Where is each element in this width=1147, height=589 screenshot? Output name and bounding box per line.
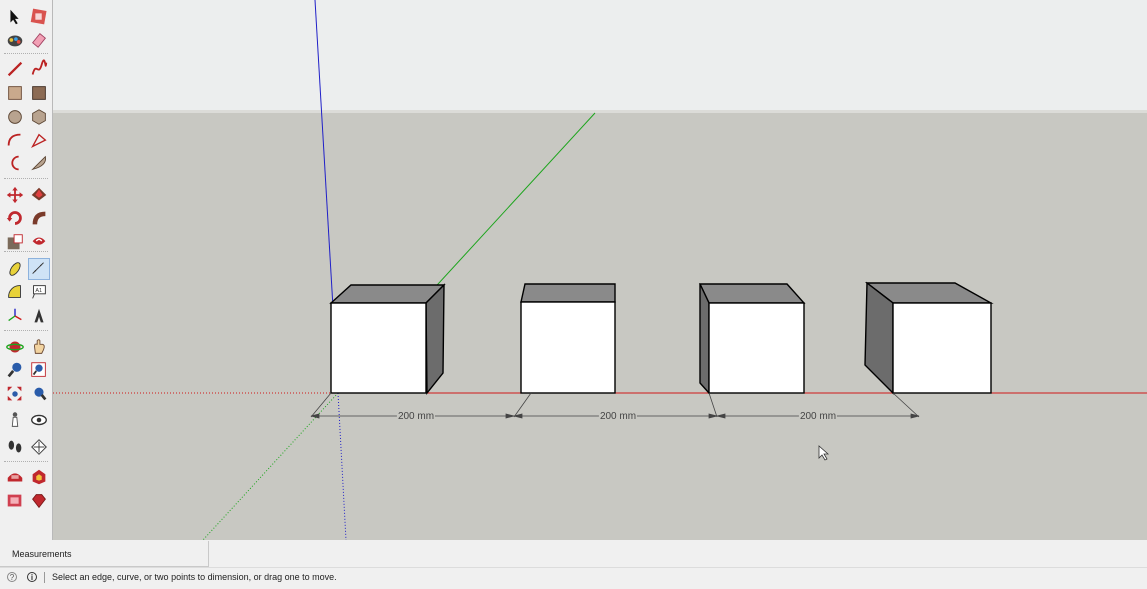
dimension-labels: 200 mm 200 mm 200 mm: [53, 0, 1147, 540]
svg-text:A1: A1: [35, 288, 42, 294]
warehouse-icon[interactable]: [4, 466, 26, 488]
circle-icon[interactable]: [4, 106, 26, 128]
dimension-icon[interactable]: [28, 258, 50, 280]
tape-measure-icon[interactable]: [4, 258, 26, 280]
ruby-icon[interactable]: [28, 490, 50, 512]
look-around-icon[interactable]: [28, 409, 50, 431]
credits-icon[interactable]: i: [27, 572, 37, 582]
select-icon[interactable]: [4, 6, 26, 28]
zoom-window-icon[interactable]: [28, 359, 50, 381]
zoom-extents-icon[interactable]: [4, 383, 26, 405]
rotate-icon[interactable]: [4, 207, 26, 229]
eraser-icon[interactable]: [28, 29, 50, 51]
tools-toolbar: A1: [0, 0, 53, 540]
position-camera-icon[interactable]: [4, 409, 26, 431]
pan-icon[interactable]: [28, 336, 50, 358]
text-icon[interactable]: A1: [28, 281, 50, 303]
freehand-icon[interactable]: [28, 58, 50, 80]
paint-bucket-icon[interactable]: [4, 29, 26, 51]
drawing-viewport[interactable]: 200 mm 200 mm 200 mm: [53, 0, 1147, 540]
toolbar-separator: [4, 461, 48, 462]
offset-icon[interactable]: [28, 231, 50, 253]
dimension-label-1[interactable]: 200 mm: [396, 411, 436, 423]
polygon-icon[interactable]: [28, 106, 50, 128]
status-bar: ? i Select an edge, curve, or two points…: [0, 567, 1147, 589]
previous-view-icon[interactable]: [28, 383, 50, 405]
toolbar-separator: [4, 178, 48, 179]
pie-icon[interactable]: [28, 152, 50, 174]
rectangle-icon[interactable]: [4, 82, 26, 104]
push-pull-icon[interactable]: [28, 184, 50, 206]
component-icon[interactable]: [28, 6, 50, 28]
measurements-box[interactable]: Measurements: [0, 541, 209, 567]
section-plane-icon[interactable]: [28, 436, 50, 458]
line-icon[interactable]: [4, 58, 26, 80]
two-point-arc-icon[interactable]: [28, 130, 50, 152]
zoom-icon[interactable]: [4, 359, 26, 381]
three-point-arc-icon[interactable]: [4, 152, 26, 174]
status-hint-text: Select an edge, curve, or two points to …: [52, 572, 337, 582]
toolbar-separator: [4, 53, 48, 54]
measurements-label: Measurements: [12, 549, 72, 559]
scale-icon[interactable]: [4, 231, 26, 253]
axes-icon[interactable]: [4, 305, 26, 327]
layout-icon[interactable]: [4, 490, 26, 512]
toolbar-separator: [4, 330, 48, 331]
follow-me-icon[interactable]: [28, 207, 50, 229]
rotated-rectangle-icon[interactable]: [28, 82, 50, 104]
move-icon[interactable]: [4, 184, 26, 206]
arc-icon[interactable]: [4, 130, 26, 152]
walk-icon[interactable]: [4, 436, 26, 458]
protractor-icon[interactable]: [4, 281, 26, 303]
orbit-icon[interactable]: [4, 336, 26, 358]
3d-text-icon[interactable]: [28, 305, 50, 327]
dimension-label-2[interactable]: 200 mm: [598, 411, 638, 423]
status-divider: [44, 572, 45, 583]
dimension-label-3[interactable]: 200 mm: [798, 411, 838, 423]
geo-location-icon[interactable]: ?: [7, 572, 17, 582]
extension-warehouse-icon[interactable]: [28, 466, 50, 488]
